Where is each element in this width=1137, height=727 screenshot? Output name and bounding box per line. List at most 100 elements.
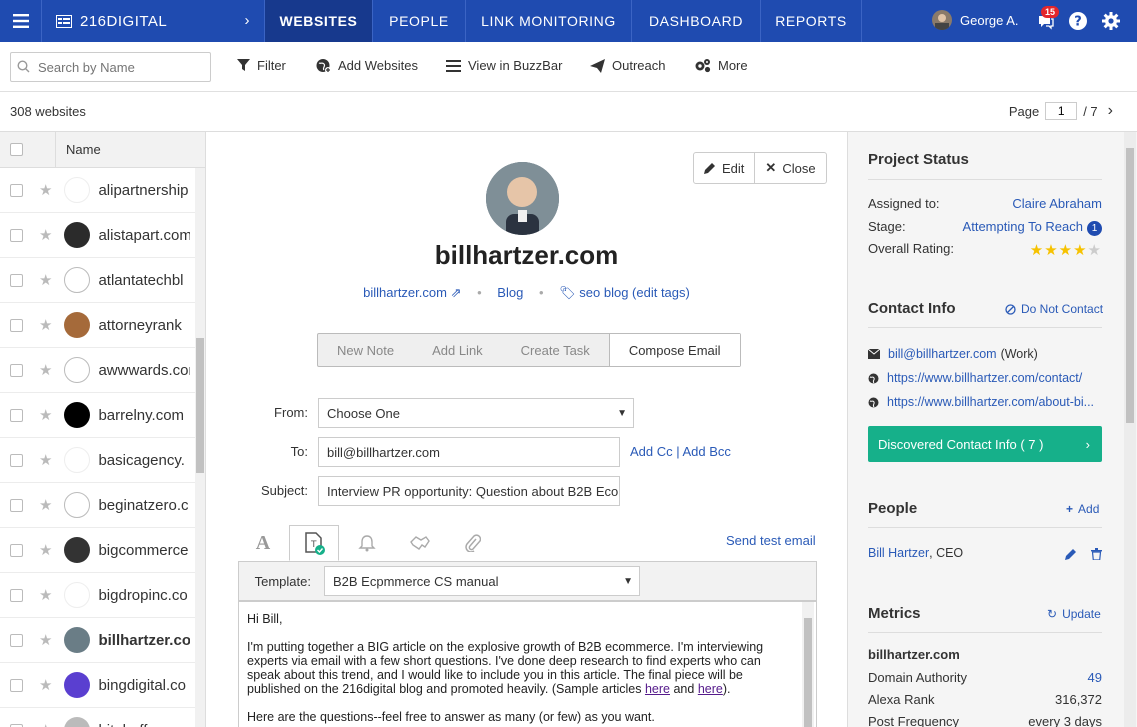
list-item[interactable]: ★ billhartzer.co bbox=[0, 618, 205, 663]
contact-url-1[interactable]: https://www.billhartzer.com/contact/ bbox=[868, 371, 1082, 385]
gear-icon[interactable] bbox=[1101, 11, 1121, 31]
next-page-icon[interactable]: › bbox=[1108, 102, 1113, 120]
row-checkbox[interactable] bbox=[10, 453, 23, 467]
star-icon[interactable]: ★ bbox=[39, 541, 52, 559]
row-checkbox[interactable] bbox=[10, 318, 23, 332]
add-cc-bcc-link[interactable]: Add Cc | Add Bcc bbox=[630, 444, 731, 459]
handshake-icon[interactable] bbox=[395, 525, 445, 561]
font-format-icon[interactable]: A bbox=[238, 525, 288, 561]
help-icon[interactable]: ? bbox=[1068, 11, 1088, 31]
row-checkbox[interactable] bbox=[10, 633, 23, 647]
star-icon[interactable]: ★ bbox=[1088, 242, 1102, 259]
list-item[interactable]: ★ bigcommerce bbox=[0, 528, 205, 573]
row-checkbox[interactable] bbox=[10, 723, 23, 727]
nav-websites[interactable]: WEBSITES bbox=[265, 0, 373, 42]
do-not-contact-button[interactable]: Do Not Contact bbox=[1005, 302, 1103, 316]
stage-value[interactable]: Attempting To Reach bbox=[963, 219, 1083, 234]
rating-stars[interactable]: ★★★★★ bbox=[1030, 241, 1102, 259]
list-item[interactable]: ★ bitebuff.com bbox=[0, 708, 205, 727]
star-icon[interactable]: ★ bbox=[39, 406, 52, 424]
list-item[interactable]: ★ bigdropinc.co bbox=[0, 573, 205, 618]
menu-icon[interactable] bbox=[0, 0, 42, 42]
row-checkbox[interactable] bbox=[10, 498, 23, 512]
nav-dashboard[interactable]: DASHBOARD bbox=[632, 0, 761, 42]
star-icon[interactable]: ★ bbox=[1073, 242, 1087, 259]
list-scrollbar[interactable] bbox=[195, 168, 205, 727]
subject-field[interactable]: Interview PR opportunity: Question about… bbox=[318, 476, 620, 506]
row-checkbox[interactable] bbox=[10, 183, 23, 197]
row-checkbox[interactable] bbox=[10, 678, 23, 692]
nav-link-monitoring[interactable]: LINK MONITORING bbox=[466, 0, 632, 42]
from-select[interactable]: Choose One ▼ bbox=[318, 398, 634, 428]
tab-compose-email[interactable]: Compose Email bbox=[608, 334, 740, 366]
email-body-editor[interactable]: Hi Bill, I'm putting together a BIG arti… bbox=[238, 601, 817, 727]
filter-button[interactable]: Filter bbox=[237, 58, 286, 73]
add-person-button[interactable]: + Add bbox=[1066, 502, 1099, 516]
tab-add-link[interactable]: Add Link bbox=[413, 334, 502, 366]
star-icon[interactable]: ★ bbox=[39, 316, 52, 334]
star-icon[interactable]: ★ bbox=[39, 226, 52, 244]
outreach-button[interactable]: Outreach bbox=[590, 58, 665, 73]
to-field[interactable]: bill@billhartzer.com bbox=[318, 437, 620, 467]
site-link[interactable]: billhartzer.com bbox=[363, 285, 447, 300]
star-icon[interactable]: ★ bbox=[39, 451, 52, 469]
assigned-value[interactable]: Claire Abraham bbox=[1012, 196, 1102, 211]
star-icon[interactable]: ★ bbox=[39, 181, 52, 199]
edit-button[interactable]: Edit bbox=[694, 153, 754, 183]
contact-email[interactable]: bill@billhartzer.com (Work) bbox=[868, 347, 1038, 361]
blog-link[interactable]: Blog bbox=[497, 285, 523, 300]
tab-new-note[interactable]: New Note bbox=[318, 334, 413, 366]
brand-switcher[interactable]: 216DIGITAL › bbox=[42, 0, 265, 42]
pencil-icon[interactable] bbox=[1065, 548, 1077, 560]
tab-create-task[interactable]: Create Task bbox=[502, 334, 609, 366]
trash-icon[interactable] bbox=[1091, 548, 1102, 560]
list-item[interactable]: ★ bingdigital.co bbox=[0, 663, 205, 708]
star-icon[interactable]: ★ bbox=[39, 496, 52, 514]
list-item[interactable]: ★ barrelny.com bbox=[0, 393, 205, 438]
paperclip-icon[interactable] bbox=[448, 525, 498, 561]
update-metrics-button[interactable]: ↻ Update bbox=[1047, 607, 1101, 621]
nav-reports[interactable]: REPORTS bbox=[761, 0, 862, 42]
editor-scrollbar[interactable] bbox=[802, 602, 814, 727]
list-item[interactable]: ★ attorneyrank bbox=[0, 303, 205, 348]
list-item[interactable]: ★ beginatzero.c bbox=[0, 483, 205, 528]
user-menu[interactable]: George A. bbox=[932, 10, 1019, 30]
template-doc-icon[interactable]: T bbox=[289, 525, 339, 561]
sample-article-link-2[interactable]: here bbox=[698, 682, 723, 696]
contact-url-2[interactable]: https://www.billhartzer.com/about-bi... bbox=[868, 395, 1094, 409]
row-checkbox[interactable] bbox=[10, 543, 23, 557]
tags-link[interactable]: seo blog (edit tags) bbox=[579, 285, 690, 300]
star-icon[interactable]: ★ bbox=[39, 271, 52, 289]
name-column-header[interactable]: Name bbox=[56, 142, 101, 157]
add-websites-button[interactable]: Add Websites bbox=[316, 58, 418, 73]
person-name[interactable]: Bill Hartzer bbox=[868, 546, 929, 560]
row-checkbox[interactable] bbox=[10, 273, 23, 287]
star-icon[interactable]: ★ bbox=[39, 586, 52, 604]
send-test-email-link[interactable]: Send test email bbox=[726, 533, 816, 548]
sample-article-link-1[interactable]: here bbox=[645, 682, 670, 696]
star-icon[interactable]: ★ bbox=[1044, 242, 1058, 259]
row-checkbox[interactable] bbox=[10, 228, 23, 242]
list-item[interactable]: ★ basicagency. bbox=[0, 438, 205, 483]
search-input[interactable] bbox=[10, 52, 211, 82]
list-item[interactable]: ★ awwwards.com bbox=[0, 348, 205, 393]
page-input[interactable] bbox=[1045, 102, 1078, 120]
view-in-buzzbar-button[interactable]: View in BuzzBar bbox=[446, 58, 562, 73]
star-icon[interactable]: ★ bbox=[1059, 242, 1073, 259]
star-icon[interactable]: ★ bbox=[39, 721, 52, 727]
row-checkbox[interactable] bbox=[10, 588, 23, 602]
row-checkbox[interactable] bbox=[10, 408, 23, 422]
close-button[interactable]: ✕ Close bbox=[754, 153, 825, 183]
side-scrollbar[interactable] bbox=[1124, 132, 1136, 727]
list-item[interactable]: ★ atlantatechbl bbox=[0, 258, 205, 303]
nav-people[interactable]: PEOPLE bbox=[373, 0, 466, 42]
star-icon[interactable]: ★ bbox=[39, 361, 52, 379]
more-button[interactable]: More bbox=[694, 58, 748, 73]
row-checkbox[interactable] bbox=[10, 363, 23, 377]
star-icon[interactable]: ★ bbox=[39, 676, 52, 694]
star-icon[interactable]: ★ bbox=[1030, 242, 1044, 259]
list-item[interactable]: ★ alistapart.com bbox=[0, 213, 205, 258]
template-select[interactable]: B2B Ecpmmerce CS manual ▼ bbox=[324, 566, 640, 596]
list-item[interactable]: ★ alipartnership bbox=[0, 168, 205, 213]
select-all-checkbox[interactable] bbox=[10, 143, 23, 156]
